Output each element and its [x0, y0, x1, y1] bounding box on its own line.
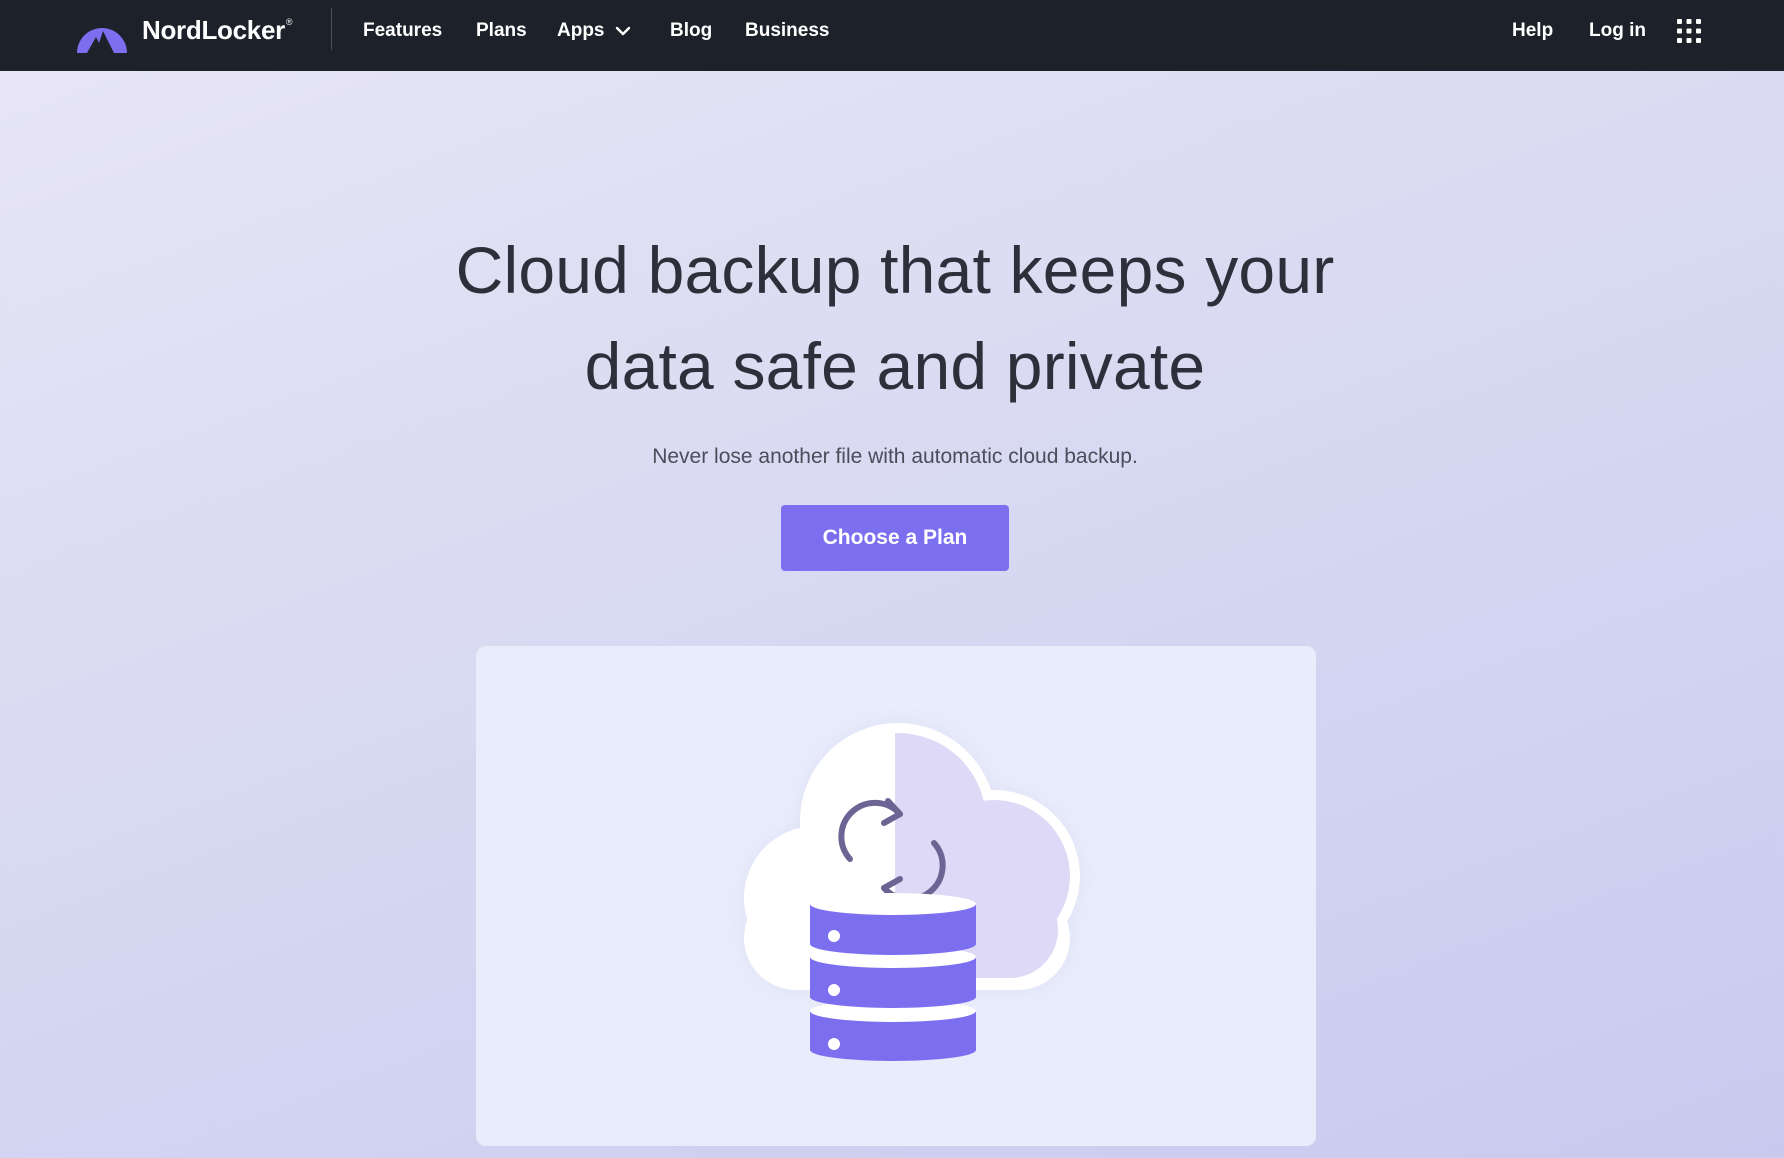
nav-link-apps[interactable]: Apps [557, 14, 631, 48]
hero-title-line-2: data safe and private [584, 329, 1206, 403]
nav-link-login[interactable]: Log in [1589, 14, 1646, 48]
grid-icon[interactable] [1676, 18, 1702, 44]
database-stack [810, 893, 976, 1061]
nav-link-help[interactable]: Help [1512, 14, 1553, 48]
mountain-logo-icon [77, 28, 127, 53]
cloud-database-sync-icon [744, 723, 1080, 1061]
chevron-down-icon [615, 26, 630, 36]
nav-link-business[interactable]: Business [745, 14, 829, 48]
registered-mark: ® [285, 16, 293, 27]
nav-divider [331, 8, 332, 50]
nav-link-features[interactable]: Features [363, 14, 442, 48]
nav-link-blog[interactable]: Blog [670, 14, 712, 48]
nav-link-plans[interactable]: Plans [476, 14, 527, 48]
brand-name: NordLocker [142, 14, 285, 45]
hero-title-line-1: Cloud backup that keeps your [455, 233, 1335, 307]
hero-subtitle: Never lose another file with automatic c… [652, 445, 1138, 468]
nav-apps-label: Apps [557, 20, 605, 41]
hero-title: Cloud backup that keeps your data safe a… [0, 222, 1784, 414]
illustration-card [476, 646, 1316, 1146]
top-navigation: NordLocker ® Features Plans Apps Blog Bus… [0, 0, 1784, 71]
choose-plan-button[interactable]: Choose a Plan [781, 505, 1009, 571]
nordlocker-logo[interactable]: NordLocker ® [74, 7, 293, 53]
